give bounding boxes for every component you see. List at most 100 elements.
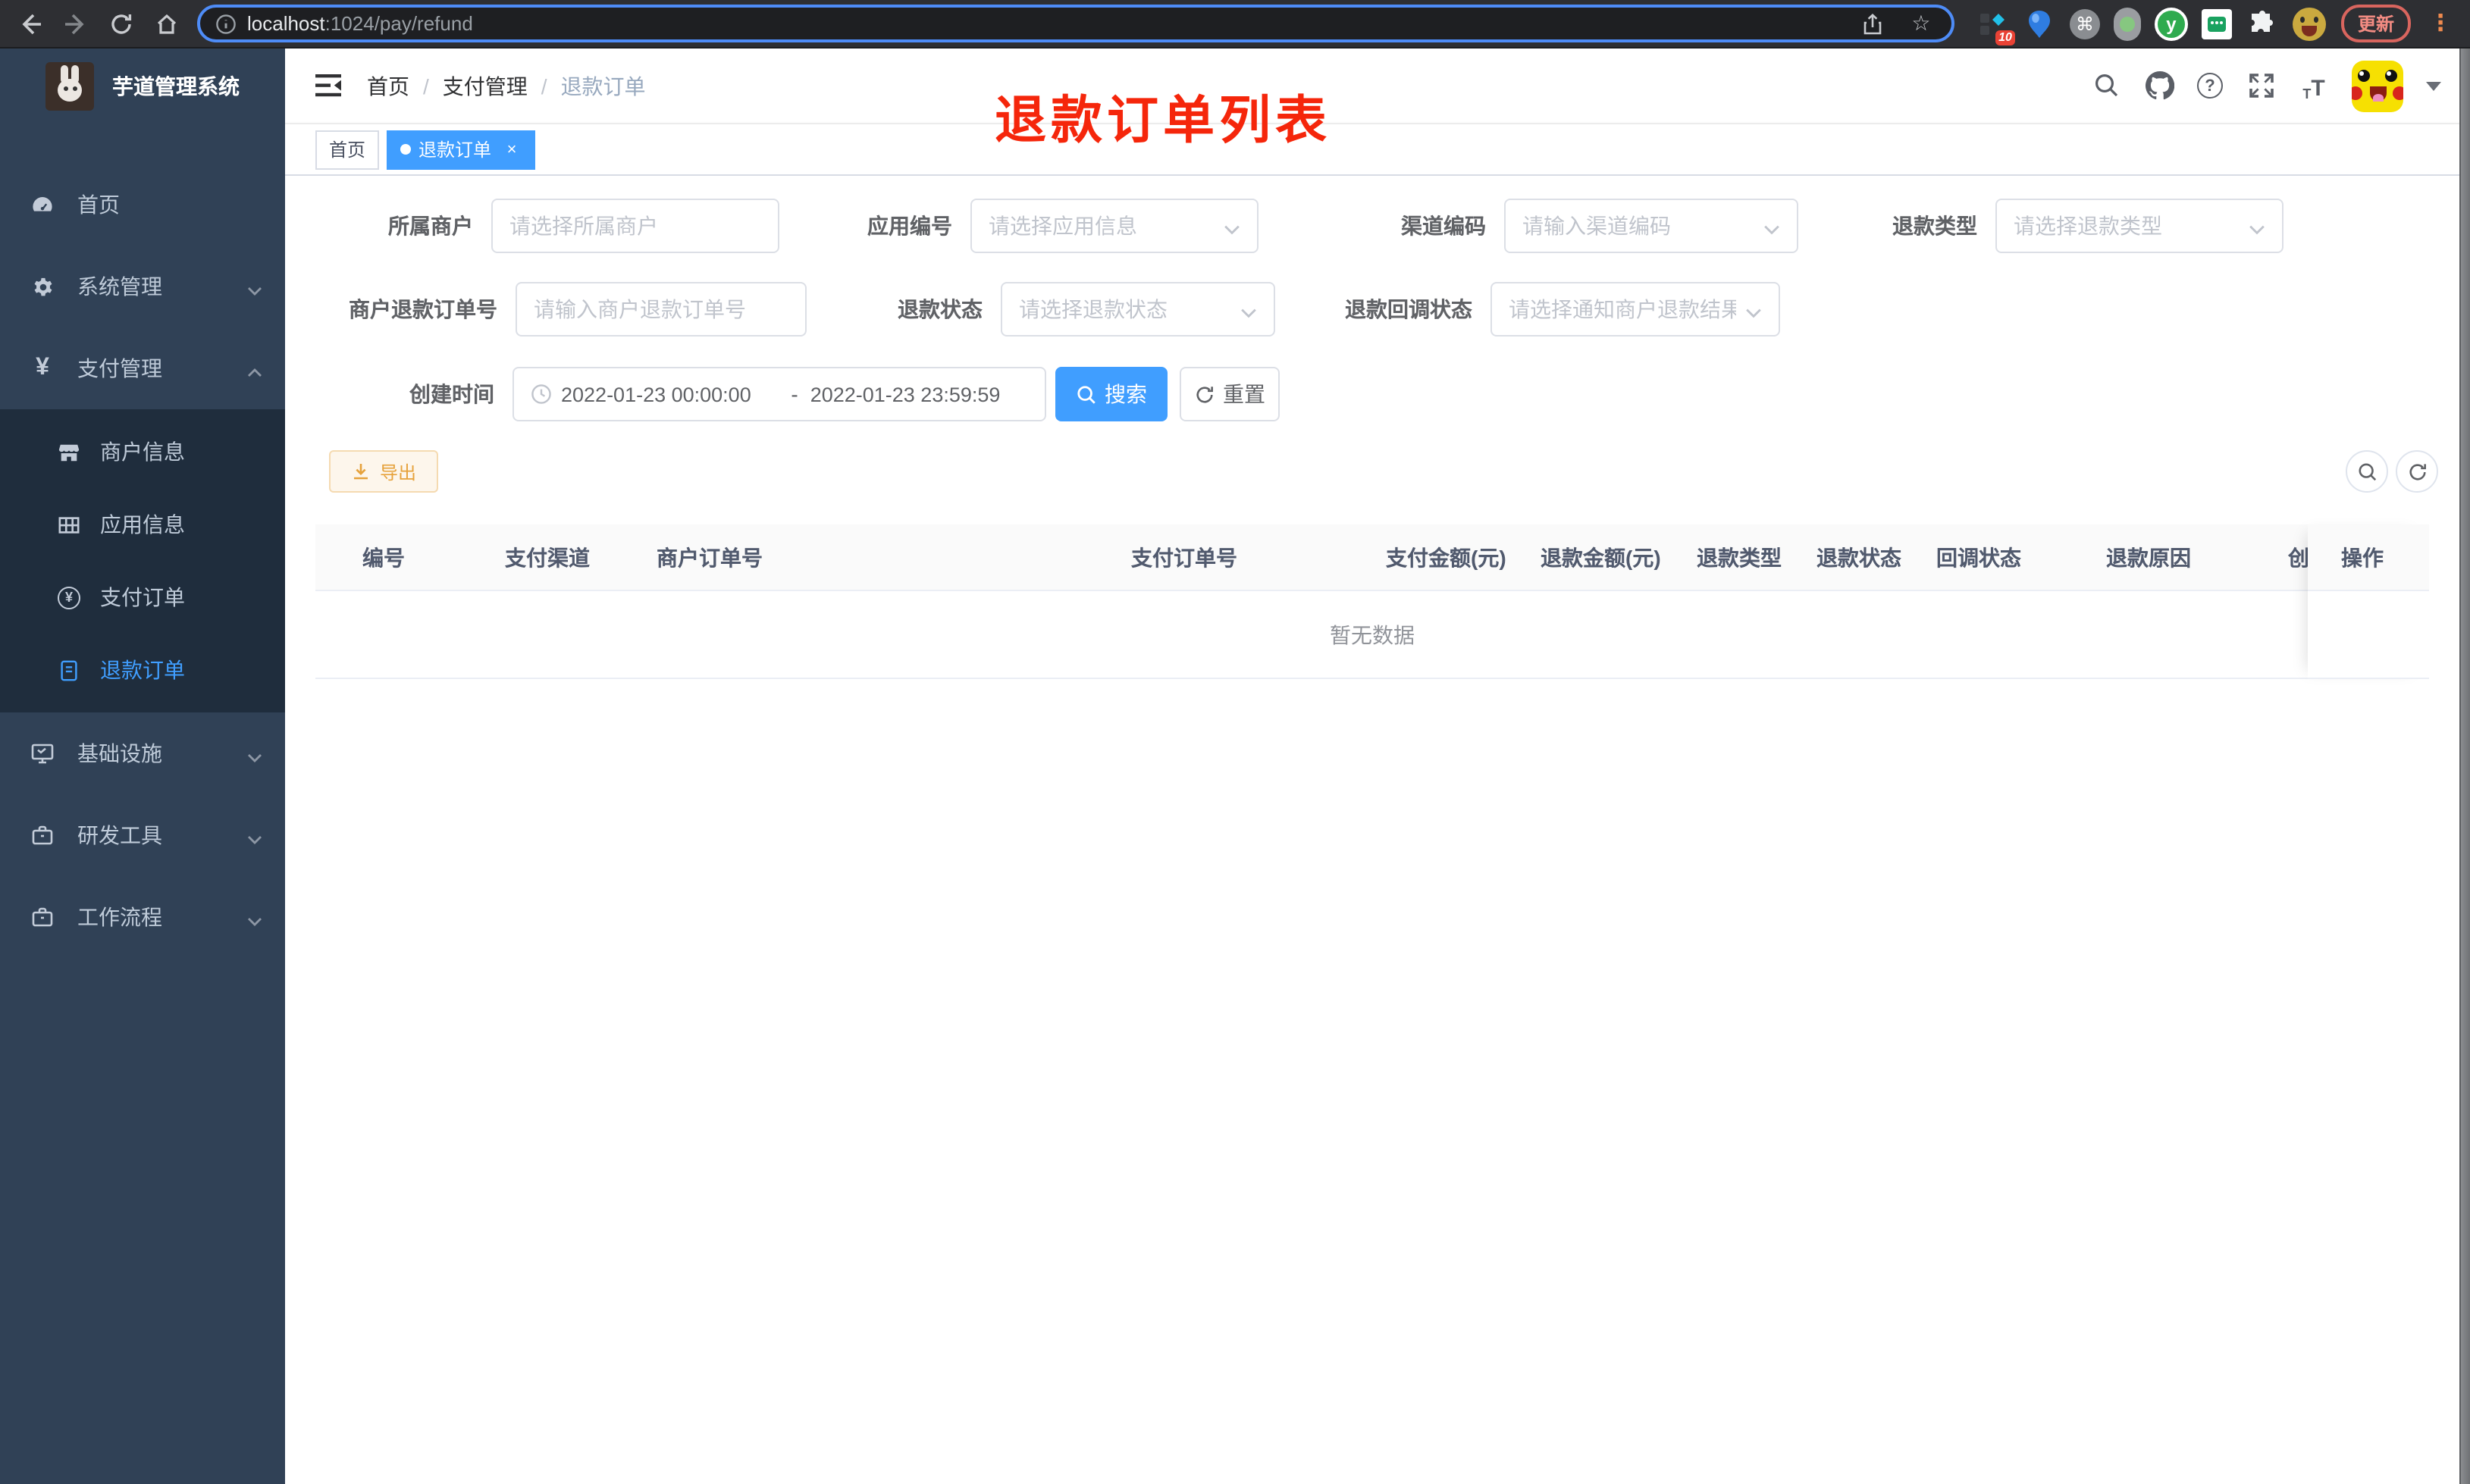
browser-home-icon[interactable] (152, 8, 182, 39)
breadcrumb-pay-manage[interactable]: 支付管理 (443, 70, 528, 101)
sidebar-item-app-info[interactable]: 应用信息 (0, 488, 285, 561)
avatar-caret-icon[interactable] (2426, 81, 2441, 90)
close-icon[interactable] (502, 139, 522, 159)
main-area: 首页 / 支付管理 / 退款订单 ? T T 退款订单列表 首页 退款订单 × … (285, 49, 2459, 1484)
browser-toolbar: localhost:1024/pay/refund 10 y (0, 0, 2470, 49)
chevron-down-icon (247, 746, 262, 762)
chevron-down-icon (247, 828, 262, 844)
bookmark-star-icon[interactable] (1906, 8, 1936, 39)
sidebar-item-system[interactable]: 系统管理 (0, 246, 285, 327)
extension-command-icon[interactable] (2069, 8, 2100, 39)
reset-button-label: 重置 (1223, 382, 1265, 406)
profile-avatar-icon[interactable] (2292, 7, 2326, 40)
tab-home[interactable]: 首页 (315, 130, 380, 169)
app-logo-rabbit (45, 62, 94, 111)
font-size-icon[interactable] (2299, 70, 2329, 101)
extension-y-icon[interactable]: y (2154, 7, 2188, 40)
channel-code-placeholder: 请输入渠道编码 (1522, 214, 1671, 238)
sidebar-item-label: 系统管理 (77, 274, 162, 299)
filter-label-create-time: 创建时间 (409, 382, 494, 406)
refresh-icon (1194, 384, 1214, 404)
table-empty-row: 暂无数据 (315, 591, 2429, 679)
chrome-menu-icon[interactable] (2426, 9, 2455, 38)
refund-type-select[interactable]: 请选择退款类型 (1995, 199, 2283, 253)
search-button-label: 搜索 (1105, 382, 1147, 406)
yen-circle-icon (58, 586, 80, 609)
reset-button[interactable]: 重置 (1180, 367, 1280, 421)
user-avatar[interactable] (2352, 60, 2403, 111)
chevron-down-icon (1745, 301, 1762, 318)
refresh-table-button[interactable] (2396, 450, 2438, 493)
breadcrumb-separator: / (541, 74, 547, 98)
sidebar-item-pay-order[interactable]: 支付订单 (0, 561, 285, 634)
chevron-down-icon (1224, 218, 1240, 234)
table-header-refund-reason: 退款原因 (2106, 546, 2191, 570)
navbar-actions (2091, 60, 2459, 111)
github-icon[interactable] (2144, 70, 2174, 101)
merchant-refund-no-placeholder: 请输入商户退款订单号 (534, 297, 746, 321)
search-icon[interactable] (2091, 70, 2121, 101)
table-header-pay-amount: 支付金额(元) (1386, 546, 1506, 570)
notify-status-placeholder: 请选择通知商户退款结果 (1509, 297, 1736, 321)
payment-submenu: 商户信息 应用信息 支付订单 退款订单 (0, 409, 285, 712)
extension-green-dot-icon[interactable] (2113, 7, 2141, 40)
yen-icon (30, 356, 55, 380)
briefcase-icon (30, 823, 55, 847)
fullscreen-icon[interactable] (2246, 70, 2276, 101)
screen: localhost:1024/pay/refund 10 y (0, 0, 2470, 1484)
tab-refund-order[interactable]: 退款订单 (387, 130, 536, 169)
app-no-select[interactable]: 请选择应用信息 (970, 199, 1259, 253)
filter-label-refund-status: 退款状态 (898, 297, 983, 321)
sidebar-item-label: 工作流程 (77, 905, 162, 929)
create-time-range-picker[interactable]: 2022-01-23 00:00:00 - 2022-01-23 23:59:5… (512, 367, 1046, 421)
sidebar-item-home[interactable]: 首页 (0, 164, 285, 246)
sidebar-menu: 首页 系统管理 支付管理 (0, 164, 285, 958)
active-dot-icon (400, 144, 412, 155)
chrome-update-button[interactable]: 更新 (2340, 5, 2411, 42)
notify-status-select[interactable]: 请选择通知商户退款结果 (1490, 282, 1780, 337)
channel-code-select[interactable]: 请输入渠道编码 (1504, 199, 1798, 253)
app-logo-row[interactable]: 芋道管理系统 (0, 49, 285, 124)
sidebar-item-label: 研发工具 (77, 823, 162, 847)
sidebar-item-infra[interactable]: 基础设施 (0, 712, 285, 794)
url-host: localhost (247, 12, 325, 35)
merchant-select[interactable]: 请选择所属商户 (491, 199, 779, 253)
breadcrumb-home[interactable]: 首页 (367, 70, 409, 101)
refund-type-placeholder: 请选择退款类型 (2014, 214, 2162, 238)
address-bar[interactable]: localhost:1024/pay/refund (197, 5, 1954, 42)
help-icon[interactable] (2197, 73, 2223, 99)
extension-puzzle-icon[interactable] (2246, 7, 2279, 40)
hamburger-collapse-icon[interactable] (315, 74, 341, 97)
sidebar-item-label: 支付管理 (77, 356, 162, 380)
filter-label-merchant-refund-no: 商户退款订单号 (349, 297, 497, 321)
extension-diamond-icon[interactable]: 10 (1976, 7, 2015, 45)
merchant-refund-no-input[interactable]: 请输入商户退款订单号 (516, 282, 807, 337)
refund-status-select[interactable]: 请选择退款状态 (1001, 282, 1275, 337)
export-button[interactable]: 导出 (329, 450, 438, 493)
site-info-icon[interactable] (215, 13, 237, 34)
sidebar-item-dev-tools[interactable]: 研发工具 (0, 794, 285, 876)
sidebar-item-merchant-info[interactable]: 商户信息 (0, 415, 285, 488)
table-fixed-empty-cell (2308, 591, 2429, 679)
browser-back-icon[interactable] (15, 8, 45, 39)
shop-icon (58, 440, 80, 463)
share-icon[interactable] (1857, 8, 1888, 39)
search-button[interactable]: 搜索 (1055, 367, 1168, 421)
extension-chat-icon[interactable] (2201, 8, 2232, 39)
url-text: localhost:1024/pay/refund (247, 12, 473, 35)
browser-forward-icon[interactable] (61, 8, 91, 39)
browser-reload-icon[interactable] (106, 8, 136, 39)
page-scrollbar[interactable] (2459, 49, 2470, 1484)
sidebar: 芋道管理系统 首页 系统管理 支付管理 (0, 49, 285, 1484)
sidebar-item-refund-order[interactable]: 退款订单 (0, 634, 285, 706)
show-search-toggle-button[interactable] (2346, 450, 2388, 493)
create-time-start-value: 2022-01-23 00:00:00 (561, 383, 751, 405)
clock-icon (531, 384, 552, 405)
sidebar-item-label: 退款订单 (100, 658, 185, 682)
breadcrumb: 首页 / 支付管理 / 退款订单 (367, 70, 646, 101)
page-content: 所属商户 请选择所属商户 应用编号 请选择应用信息 渠道编码 请输入渠道编码 退… (285, 176, 2459, 1484)
extension-balloon-icon[interactable] (2023, 7, 2056, 40)
sidebar-item-workflow[interactable]: 工作流程 (0, 876, 285, 958)
sidebar-item-payment[interactable]: 支付管理 (0, 327, 285, 409)
refund-status-placeholder: 请选择退款状态 (1019, 297, 1168, 321)
